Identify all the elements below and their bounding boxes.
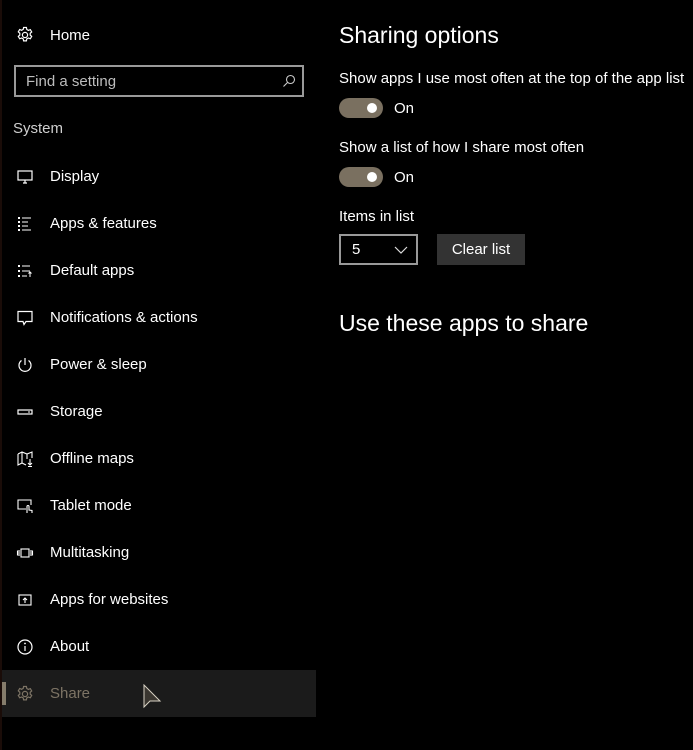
mouse-cursor-icon	[143, 683, 163, 715]
map-download-icon	[16, 450, 34, 468]
sidebar-item-apps-features[interactable]: Apps & features	[2, 200, 316, 247]
sidebar-item-about[interactable]: About	[2, 623, 316, 670]
sidebar-item-notifications[interactable]: Notifications & actions	[2, 294, 316, 341]
toggle-row-share-list: On	[339, 166, 414, 188]
sidebar-item-offline-maps[interactable]: Offline maps	[2, 435, 316, 482]
sidebar-item-apps-websites[interactable]: Apps for websites	[2, 576, 316, 623]
sidebar-item-label: Notifications & actions	[50, 309, 198, 326]
storage-icon	[16, 403, 34, 421]
clear-list-button[interactable]: Clear list	[437, 234, 525, 265]
dropdown-value: 5	[352, 241, 361, 258]
items-in-list-dropdown[interactable]: 5	[339, 234, 418, 265]
section-title-apps-to-share: Use these apps to share	[339, 310, 589, 336]
page-title: Sharing options	[339, 22, 499, 48]
gear-icon	[16, 685, 34, 703]
sidebar-item-display[interactable]: Display	[2, 153, 316, 200]
nav-list: Display Apps & features Default apps Not…	[2, 153, 316, 717]
notification-icon	[16, 309, 34, 327]
default-apps-icon	[16, 262, 34, 280]
sidebar-item-tablet-mode[interactable]: Tablet mode	[2, 482, 316, 529]
sidebar-item-default-apps[interactable]: Default apps	[2, 247, 316, 294]
toggle-most-used-apps[interactable]	[339, 98, 383, 118]
search-box[interactable]	[14, 65, 304, 97]
sidebar-item-label: Display	[50, 168, 100, 185]
sidebar-item-label: Multitasking	[50, 544, 130, 561]
power-icon	[16, 356, 34, 374]
search-icon[interactable]	[276, 74, 302, 88]
sidebar-item-label: Storage	[50, 403, 103, 420]
toggle-row-most-used: On	[339, 97, 414, 119]
chevron-down-icon	[394, 241, 408, 259]
setting-label-share-list: Show a list of how I share most often	[339, 139, 585, 156]
info-icon	[16, 638, 34, 656]
sidebar-item-power-sleep[interactable]: Power & sleep	[2, 341, 316, 388]
gear-icon	[16, 26, 34, 44]
section-title: System	[13, 120, 64, 137]
setting-label-most-used: Show apps I use most often at the top of…	[339, 70, 685, 87]
selection-indicator	[2, 682, 6, 705]
sidebar-item-multitasking[interactable]: Multitasking	[2, 529, 316, 576]
toggle-state: On	[394, 168, 415, 186]
toggle-knob	[367, 103, 377, 113]
items-in-list-label: Items in list	[339, 208, 415, 225]
toggle-state: On	[394, 99, 415, 117]
toggle-share-list[interactable]	[339, 167, 383, 187]
apps-websites-icon	[16, 591, 34, 609]
sidebar-item-label: Default apps	[50, 262, 135, 279]
sidebar-item-label: Apps for websites	[50, 591, 169, 608]
monitor-icon	[16, 168, 34, 186]
home-label: Home	[50, 26, 91, 44]
multitasking-icon	[16, 544, 34, 562]
sidebar: Home System Display Apps & features Defa…	[2, 0, 316, 750]
sidebar-item-label: Share	[50, 685, 91, 702]
sidebar-item-label: Apps & features	[50, 215, 157, 232]
home-link[interactable]: Home	[16, 24, 90, 46]
sidebar-item-label: Offline maps	[50, 450, 134, 467]
tablet-mode-icon	[16, 497, 34, 515]
sidebar-item-label: Tablet mode	[50, 497, 132, 514]
toggle-knob	[367, 172, 377, 182]
sidebar-item-storage[interactable]: Storage	[2, 388, 316, 435]
sidebar-item-label: About	[50, 638, 90, 655]
sidebar-item-label: Power & sleep	[50, 356, 147, 373]
list-icon	[16, 215, 34, 233]
search-input[interactable]	[16, 72, 276, 90]
